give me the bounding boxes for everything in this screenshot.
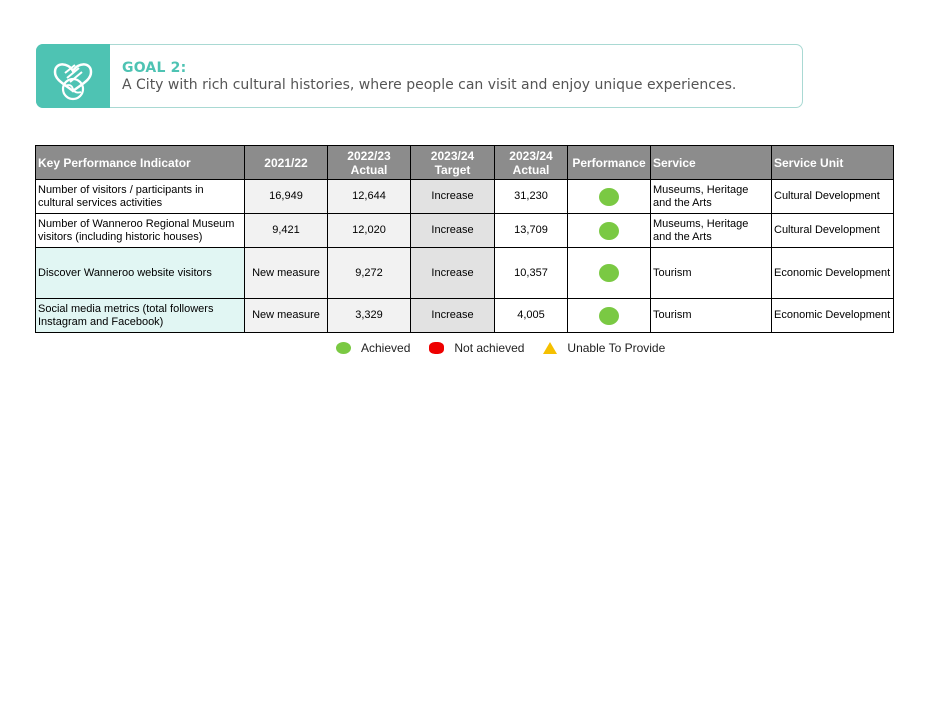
legend-label-not-achieved: Not achieved (454, 341, 525, 355)
performance-cell (567, 179, 651, 214)
heart-globe-icon (53, 63, 93, 101)
kpi-cell: Social media metrics (total followers In… (35, 298, 245, 333)
header-2022-23-label: Actual (350, 162, 388, 177)
service-cell: Museums, Heritage and the Arts (650, 179, 772, 214)
header-kpi: Key Performance Indicator (35, 145, 245, 180)
value-2022-23: 12,020 (327, 213, 411, 248)
legend-label-unable: Unable To Provide (567, 341, 666, 355)
header-2023-24a-year: 2023/24 (509, 148, 553, 163)
goal-banner: GOAL 2: A City with rich cultural histor… (36, 44, 803, 108)
value-2023-24: 10,357 (494, 247, 568, 299)
kpi-cell: Number of visitors / participants in cul… (35, 179, 245, 214)
unable-triangle-icon (543, 342, 558, 354)
service-unit-cell: Cultural Development (771, 179, 894, 214)
header-service-unit: Service Unit (771, 145, 894, 180)
table-header-row: Key Performance Indicator 2021/22 2022/2… (35, 145, 894, 180)
service-unit-cell: Cultural Development (771, 213, 894, 248)
achieved-status-icon (599, 306, 619, 325)
table-row: Number of visitors / participants in cul… (35, 179, 894, 214)
value-2022-23: 12,644 (327, 179, 411, 214)
kpi-cell: Number of Wanneroo Regional Museum visit… (35, 213, 245, 248)
header-2023-24-actual: 2023/24 Actual (494, 145, 568, 180)
service-unit-cell: Economic Development (771, 247, 894, 299)
performance-cell (567, 247, 651, 299)
performance-legend: Achieved Not achieved Unable To Provide (336, 340, 684, 356)
achieved-status-icon (599, 187, 619, 206)
value-2023-24: 31,230 (494, 179, 568, 214)
target-cell: Increase (410, 213, 495, 248)
goal-label: GOAL 2: (122, 60, 187, 76)
value-2022-23: 9,272 (327, 247, 411, 299)
header-2022-23-actual: 2022/23 Actual (327, 145, 411, 180)
service-cell: Tourism (650, 247, 772, 299)
value-2023-24: 4,005 (494, 298, 568, 333)
target-cell: Increase (410, 298, 495, 333)
achieved-status-icon (599, 221, 619, 240)
value-2021-22: New measure (244, 247, 328, 299)
header-2022-23-year: 2022/23 (347, 148, 391, 163)
table-row: Number of Wanneroo Regional Museum visit… (35, 213, 894, 248)
achieved-status-icon (599, 264, 619, 282)
achieved-circle-icon (336, 342, 351, 354)
header-2023-24a-label: Actual (512, 162, 550, 177)
value-2021-22: 9,421 (244, 213, 328, 248)
kpi-table: Key Performance Indicator 2021/22 2022/2… (35, 145, 894, 333)
header-2021-22: 2021/22 (244, 145, 328, 180)
kpi-cell: Discover Wanneroo website visitors (35, 247, 245, 299)
target-cell: Increase (410, 179, 495, 214)
goal-icon-box (36, 44, 110, 108)
legend-item-achieved: Achieved (336, 341, 410, 355)
legend-item-unable: Unable To Provide (543, 341, 665, 355)
value-2021-22: New measure (244, 298, 328, 333)
header-service: Service (650, 145, 772, 180)
performance-cell (567, 213, 651, 248)
header-2023-24t-label: Target (434, 162, 471, 177)
not-achieved-octagon-icon (429, 342, 445, 354)
service-unit-cell: Economic Development (771, 298, 894, 333)
service-cell: Tourism (650, 298, 772, 333)
value-2023-24: 13,709 (494, 213, 568, 248)
value-2022-23: 3,329 (327, 298, 411, 333)
service-cell: Museums, Heritage and the Arts (650, 213, 772, 248)
table-row: Discover Wanneroo website visitors New m… (35, 247, 894, 299)
performance-cell (567, 298, 651, 333)
table-row: Social media metrics (total followers In… (35, 298, 894, 333)
legend-item-not-achieved: Not achieved (429, 341, 524, 355)
header-2023-24-target: 2023/24 Target (410, 145, 495, 180)
header-2023-24t-year: 2023/24 (430, 148, 475, 163)
goal-text: A City with rich cultural histories, whe… (122, 77, 737, 93)
legend-label-achieved: Achieved (361, 341, 411, 355)
target-cell: Increase (410, 247, 495, 299)
header-performance: Performance (567, 145, 651, 180)
value-2021-22: 16,949 (244, 179, 328, 214)
